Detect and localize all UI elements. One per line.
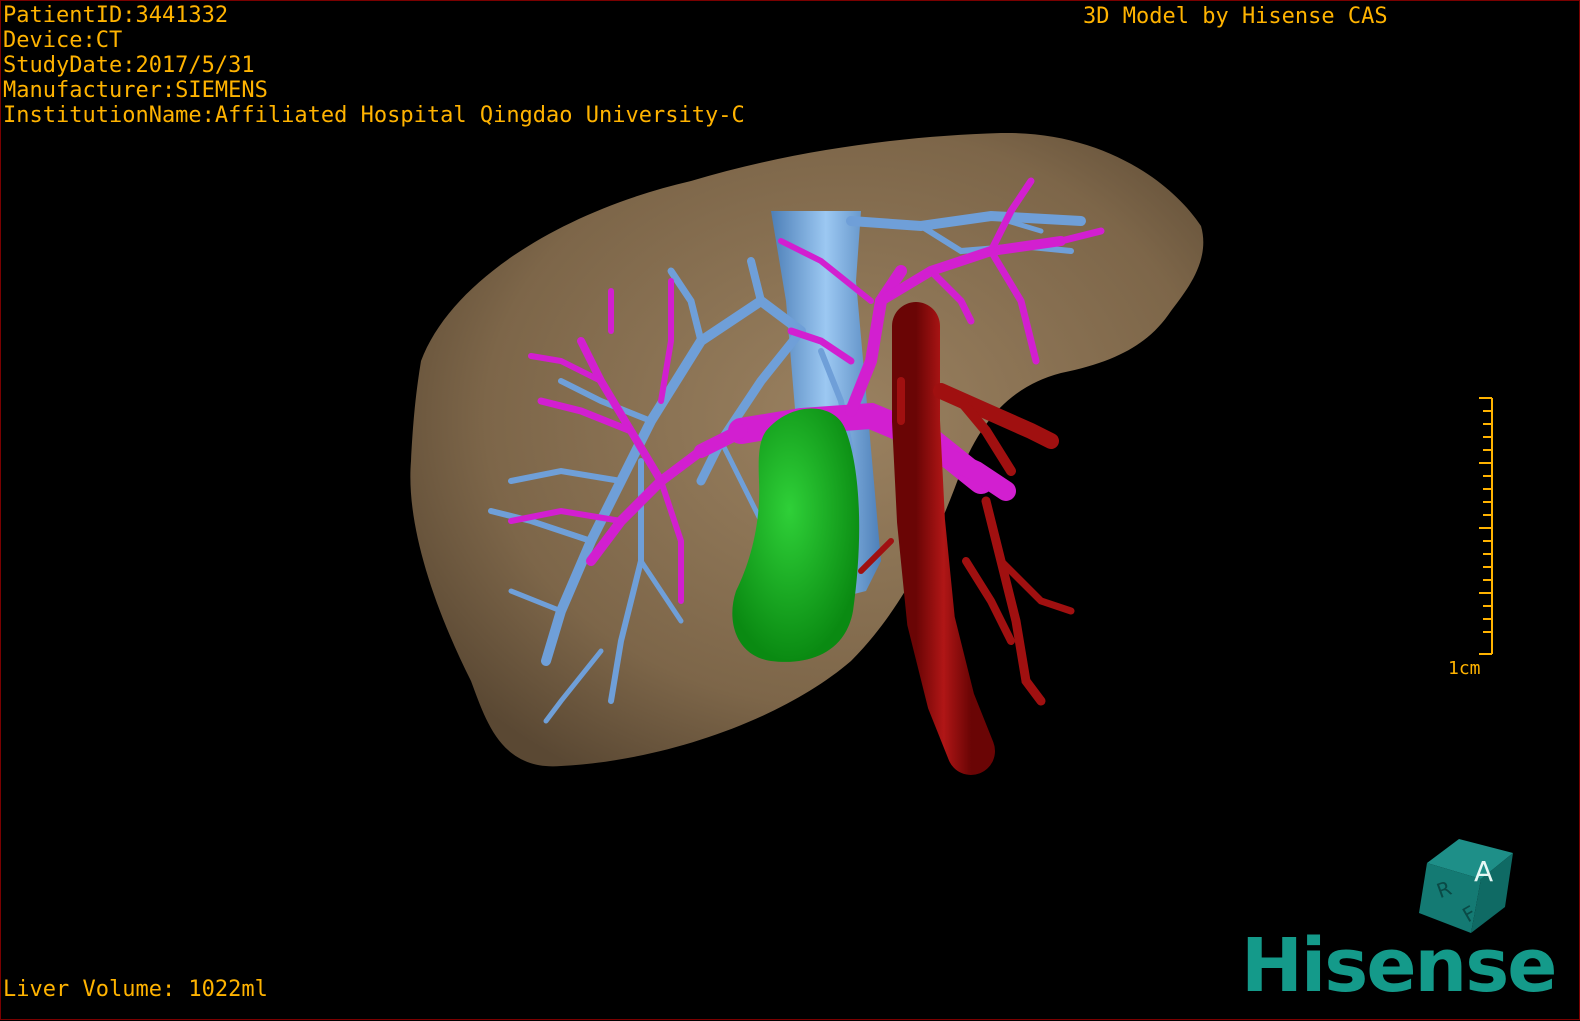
scale-bar-label: 1cm [1448, 658, 1481, 679]
institution-name: InstitutionName:Affiliated Hospital Qing… [3, 103, 745, 128]
patient-id: PatientID:3441332 [3, 3, 229, 28]
3d-render[interactable]: A R F [1, 1, 1580, 1021]
cube-label-a: A [1474, 855, 1493, 888]
scale-bar [1479, 397, 1493, 655]
patient-info: PatientID:3441332 Device:CT StudyDate:20… [3, 3, 745, 128]
model-credit: 3D Model by Hisense CAS [1083, 4, 1388, 29]
manufacturer: Manufacturer:SIEMENS [3, 78, 268, 103]
study-date: StudyDate:2017/5/31 [3, 53, 255, 78]
3d-viewport[interactable]: A R F PatientID:3441332 Device:CT StudyD… [0, 0, 1580, 1020]
hisense-logo: Hisense [1241, 923, 1557, 1009]
liver-volume: Liver Volume: 1022ml [3, 977, 268, 1002]
orientation-cube[interactable]: A R F [1419, 839, 1513, 933]
device: Device:CT [3, 28, 123, 53]
